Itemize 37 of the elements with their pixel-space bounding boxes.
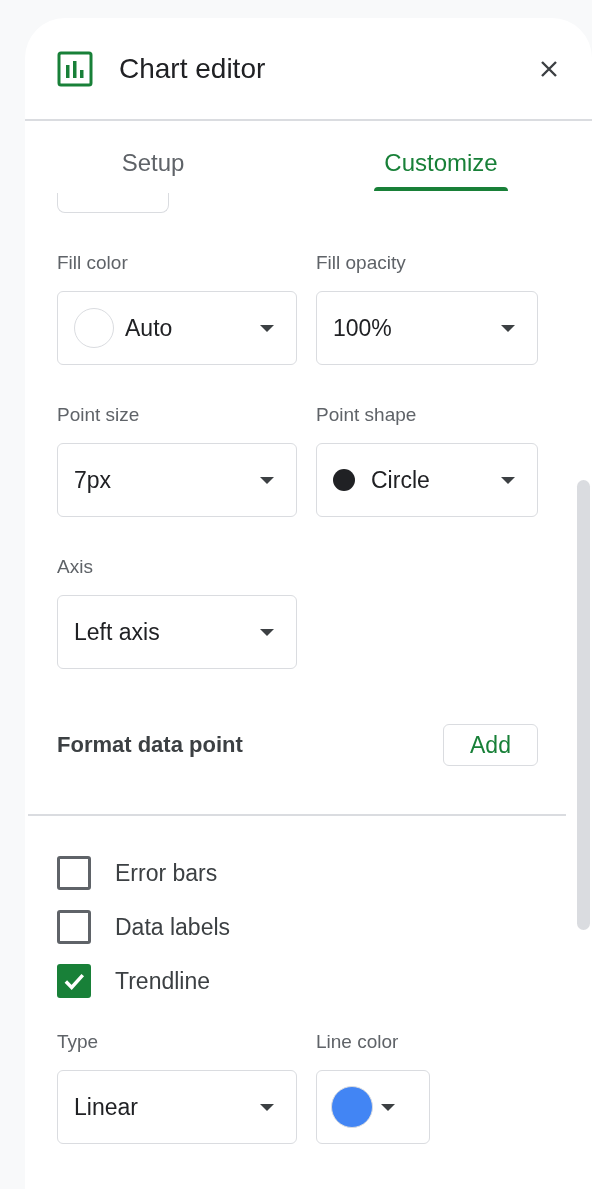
dropdown-field[interactable]: 7px: [57, 443, 297, 517]
dropdown-field[interactable]: [316, 1070, 430, 1144]
caret-icon: [260, 476, 274, 484]
field-label: Axis: [57, 555, 94, 579]
add-button[interactable]: Add: [443, 724, 538, 766]
field-label: Fill opacity: [316, 251, 407, 275]
field-label: Point size: [57, 403, 141, 427]
dropdown-field[interactable]: Circle: [316, 443, 538, 517]
tab[interactable]: Setup: [53, 121, 253, 193]
panel-title: Chart editor: [119, 52, 266, 85]
dropdown-field[interactable]: Left axis: [57, 595, 297, 669]
caret-icon: [501, 476, 515, 484]
checkbox-label: Data labels: [115, 913, 231, 941]
field-label: Point shape: [316, 403, 418, 427]
checkbox[interactable]: [57, 856, 91, 890]
dropdown-field[interactable]: 100%: [316, 291, 538, 365]
tab[interactable]: Customize: [341, 121, 541, 193]
dropdown-field[interactable]: [57, 193, 169, 213]
dropdown-field[interactable]: Linear: [57, 1070, 297, 1144]
caret-icon: [381, 1103, 395, 1111]
caret-icon: [260, 1103, 274, 1111]
caret-icon: [501, 324, 515, 332]
caret-icon: [260, 324, 274, 332]
dropdown-field[interactable]: Auto: [57, 291, 297, 365]
checkbox-label: Trendline: [115, 967, 211, 995]
scrollbar[interactable]: [577, 480, 590, 930]
field-label: Fill color: [57, 251, 129, 275]
close-icon[interactable]: [539, 58, 559, 79]
checkbox[interactable]: [57, 910, 91, 944]
section-heading: Format data point: [57, 732, 243, 758]
caret-icon: [260, 628, 274, 636]
bar-chart-icon: [57, 50, 93, 87]
checkbox-label: Error bars: [115, 859, 218, 887]
field-label: Line color: [316, 1030, 400, 1054]
field-label: Type: [57, 1030, 100, 1054]
checkbox[interactable]: [57, 964, 91, 998]
circle-icon: [333, 469, 355, 491]
